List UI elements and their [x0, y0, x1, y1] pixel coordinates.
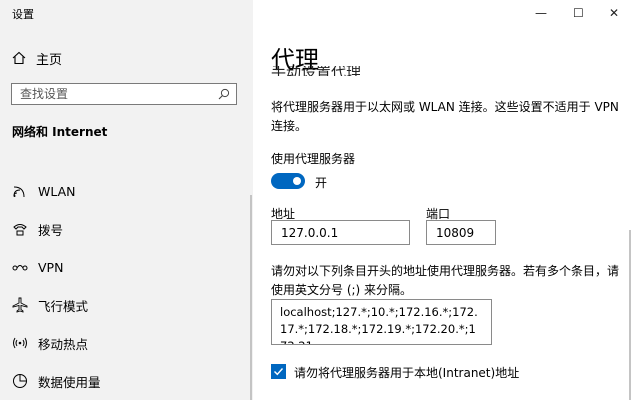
sidebar-item-label: WLAN [38, 183, 76, 199]
bypass-local-label: 请勿将代理服务器用于本地(Intranet)地址 [294, 366, 520, 380]
sidebar-nav: WLAN 拨号 VPN 飞行模式 移动热点 数据使用量 [0, 172, 250, 400]
exceptions-input[interactable]: localhost;127.*;10.*;172.16.*;172.17.*;1… [271, 299, 492, 345]
manual-proxy-heading: 手动设置代理 [271, 66, 362, 76]
airplane-icon [12, 297, 28, 313]
dialup-icon [12, 221, 28, 237]
proxy-description: 将代理服务器用于以太网或 WLAN 连接。这些设置不适用于 VPN 连接。 [271, 100, 619, 133]
sidebar-item-label: 移动热点 [38, 336, 89, 352]
sidebar-item-label: 飞行模式 [38, 298, 89, 314]
search-icon[interactable] [218, 88, 230, 100]
sidebar-item-data-usage[interactable]: 数据使用量 [0, 362, 250, 400]
bypass-local-checkbox[interactable] [271, 364, 286, 379]
search-box[interactable] [11, 83, 237, 105]
close-button[interactable]: ✕ [609, 6, 619, 20]
main-scrollbar[interactable] [629, 230, 631, 400]
search-input[interactable] [20, 87, 210, 101]
checkmark-icon [274, 368, 284, 376]
minimize-button[interactable]: — [535, 6, 547, 20]
main-panel: — ☐ ✕ 代理 手动设置代理 将代理服务器用于以太网或 WLAN 连接。这些设… [253, 0, 633, 400]
sidebar: 设置 主页 网络和 Internet WLAN 拨号 [0, 0, 253, 400]
sidebar-item-label: 数据使用量 [38, 374, 101, 390]
section-title: 网络和 Internet [12, 125, 108, 139]
sidebar-item-label: 拨号 [38, 222, 64, 238]
data-usage-icon [12, 373, 28, 389]
address-input[interactable]: 127.0.0.1 [271, 220, 410, 245]
sidebar-item-label: VPN [38, 259, 64, 275]
exceptions-description: 请勿对以下列条目开头的地址使用代理服务器。若有多个条目，请使用英文分号 (;) … [271, 264, 620, 297]
toggle-knob [293, 177, 301, 185]
use-proxy-label: 使用代理服务器 [271, 152, 356, 166]
window-title: 设置 [12, 8, 34, 21]
sidebar-item-wlan[interactable]: WLAN [0, 172, 250, 210]
sidebar-item-vpn[interactable]: VPN [0, 248, 250, 286]
port-input[interactable]: 10809 [426, 220, 496, 245]
hotspot-icon [12, 335, 28, 351]
sidebar-item-airplane[interactable]: 飞行模式 [0, 286, 250, 324]
sidebar-home[interactable]: 主页 [12, 48, 62, 68]
sidebar-item-dialup[interactable]: 拨号 [0, 210, 250, 248]
sidebar-scrollbar[interactable] [250, 195, 252, 400]
maximize-button[interactable]: ☐ [573, 6, 584, 20]
use-proxy-toggle[interactable] [271, 173, 305, 189]
vpn-icon [12, 259, 28, 275]
sidebar-home-label: 主页 [36, 52, 63, 68]
toggle-state-label: 开 [315, 176, 328, 190]
home-icon [12, 51, 26, 65]
wifi-icon [12, 183, 28, 199]
sidebar-item-hotspot[interactable]: 移动热点 [0, 324, 250, 362]
